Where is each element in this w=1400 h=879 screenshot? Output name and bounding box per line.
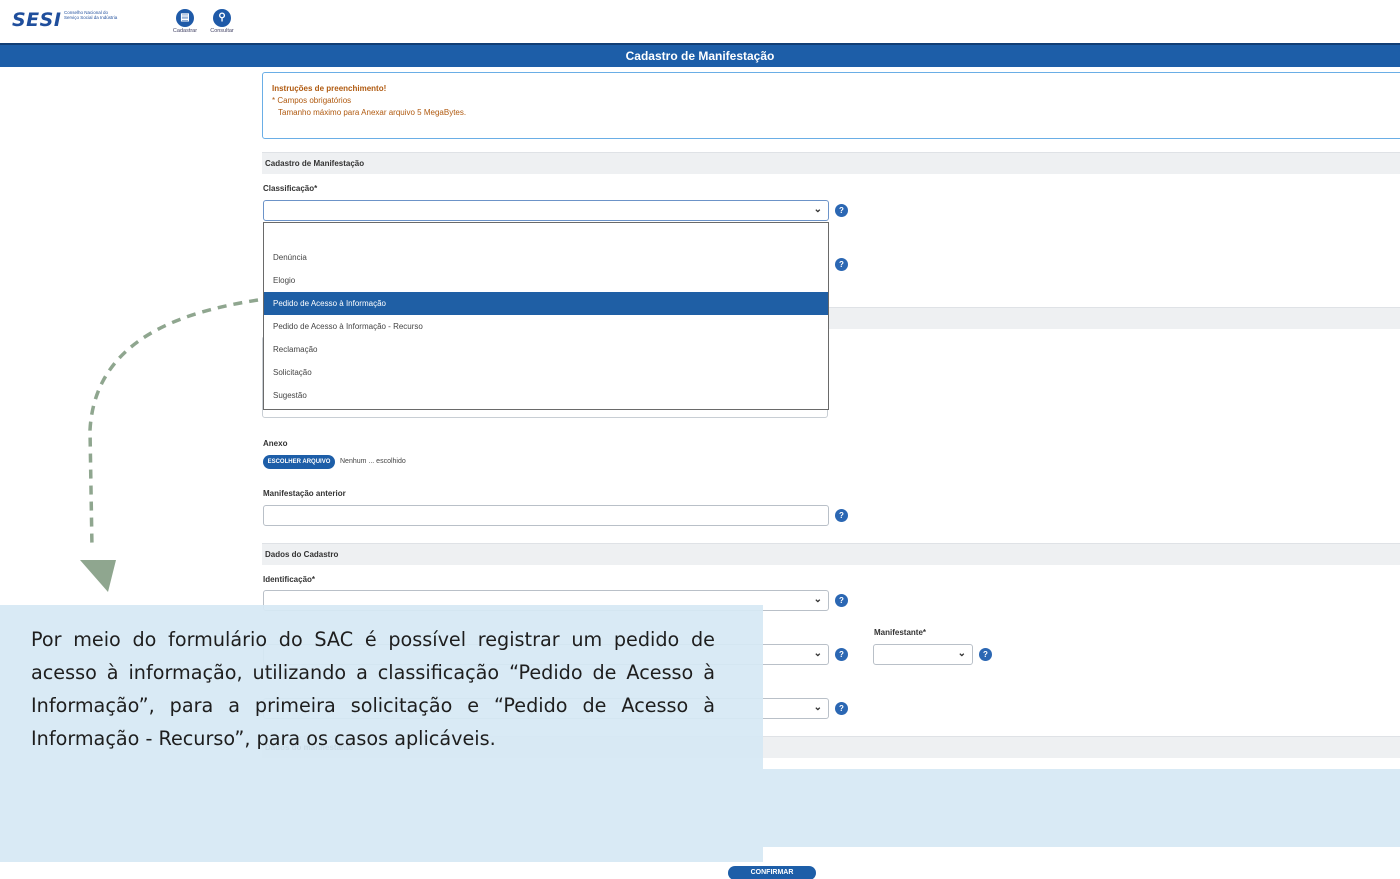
file-status: Nenhum ... escolhido: [340, 458, 406, 465]
section-dados-cadastro: Dados do Cadastro: [262, 543, 1400, 565]
chevron-down-icon: ⌄: [813, 204, 822, 215]
instructions-line-required: * Campos obrigatórios: [272, 96, 352, 105]
chevron-down-icon: ⌄: [813, 594, 822, 605]
sesi-logo: SESI: [12, 9, 62, 31]
arrowhead-icon: [80, 560, 116, 592]
chevron-down-icon: ⌄: [813, 702, 822, 713]
option-reclamacao[interactable]: Reclamação: [264, 338, 828, 361]
section-cadastro-manifestacao: Cadastro de Manifestação: [262, 152, 1400, 174]
nav-cadastrar-label: Cadastrar: [172, 28, 198, 34]
help-icon[interactable]: ?: [835, 594, 848, 607]
classificacao-select[interactable]: ⌄: [263, 200, 829, 221]
manifestacao-anterior-label: Manifestação anterior: [263, 489, 346, 498]
help-icon[interactable]: ?: [835, 204, 848, 217]
option-pedido-acesso-informacao-recurso[interactable]: Pedido de Acesso à Informação - Recurso: [264, 315, 828, 338]
chevron-down-icon: ⌄: [957, 648, 966, 659]
help-icon[interactable]: ?: [835, 509, 848, 522]
help-icon[interactable]: ?: [835, 258, 848, 271]
instructions-title: Instruções de preenchimento!: [272, 84, 387, 93]
classificacao-label: Classificação*: [263, 184, 318, 193]
search-icon: ⚲: [213, 9, 231, 27]
option-empty[interactable]: [264, 223, 828, 246]
explanation-note: Por meio do formulário do SAC é possível…: [0, 605, 763, 862]
confirm-button[interactable]: CONFIRMAR: [728, 866, 816, 879]
logo-subtitle: Conselho Nacional do Serviço Social da I…: [64, 10, 118, 20]
option-solicitacao[interactable]: Solicitação: [264, 361, 828, 384]
classificacao-dropdown[interactable]: Denúncia Elogio Pedido de Acesso à Infor…: [263, 222, 829, 410]
manifestante-label: Manifestante*: [874, 628, 927, 637]
chevron-down-icon: ⌄: [813, 648, 822, 659]
anexo-label: Anexo: [263, 439, 288, 448]
choose-file-button[interactable]: ESCOLHER ARQUIVO: [263, 455, 335, 469]
page-title: Cadastro de Manifestação: [0, 43, 1400, 67]
instructions-box: Instruções de preenchimento! * Campos ob…: [262, 72, 1400, 139]
document-icon: ▤: [176, 9, 194, 27]
section-hidden-background: [829, 307, 1400, 329]
nav-consultar-label: Consultar: [210, 28, 234, 34]
top-header: SESI Conselho Nacional do Serviço Social…: [0, 0, 1400, 40]
instructions-line-size: Tamanho máximo para Anexar arquivo 5 Meg…: [278, 108, 467, 117]
manifestante-select[interactable]: ⌄: [873, 644, 973, 665]
nav-cadastrar[interactable]: ▤ Cadastrar: [168, 9, 202, 34]
identificacao-label: Identificação*: [263, 575, 316, 584]
option-denuncia[interactable]: Denúncia: [264, 246, 828, 269]
option-elogio[interactable]: Elogio: [264, 269, 828, 292]
manifestacao-anterior-input[interactable]: [263, 505, 829, 526]
help-icon[interactable]: ?: [835, 648, 848, 661]
option-sugestao[interactable]: Sugestão: [264, 384, 828, 407]
help-icon[interactable]: ?: [979, 648, 992, 661]
nav-consultar[interactable]: ⚲ Consultar: [205, 9, 239, 34]
note-overlay-extension: [763, 769, 1400, 847]
help-icon[interactable]: ?: [835, 702, 848, 715]
option-pedido-acesso-informacao[interactable]: Pedido de Acesso à Informação: [264, 292, 828, 315]
